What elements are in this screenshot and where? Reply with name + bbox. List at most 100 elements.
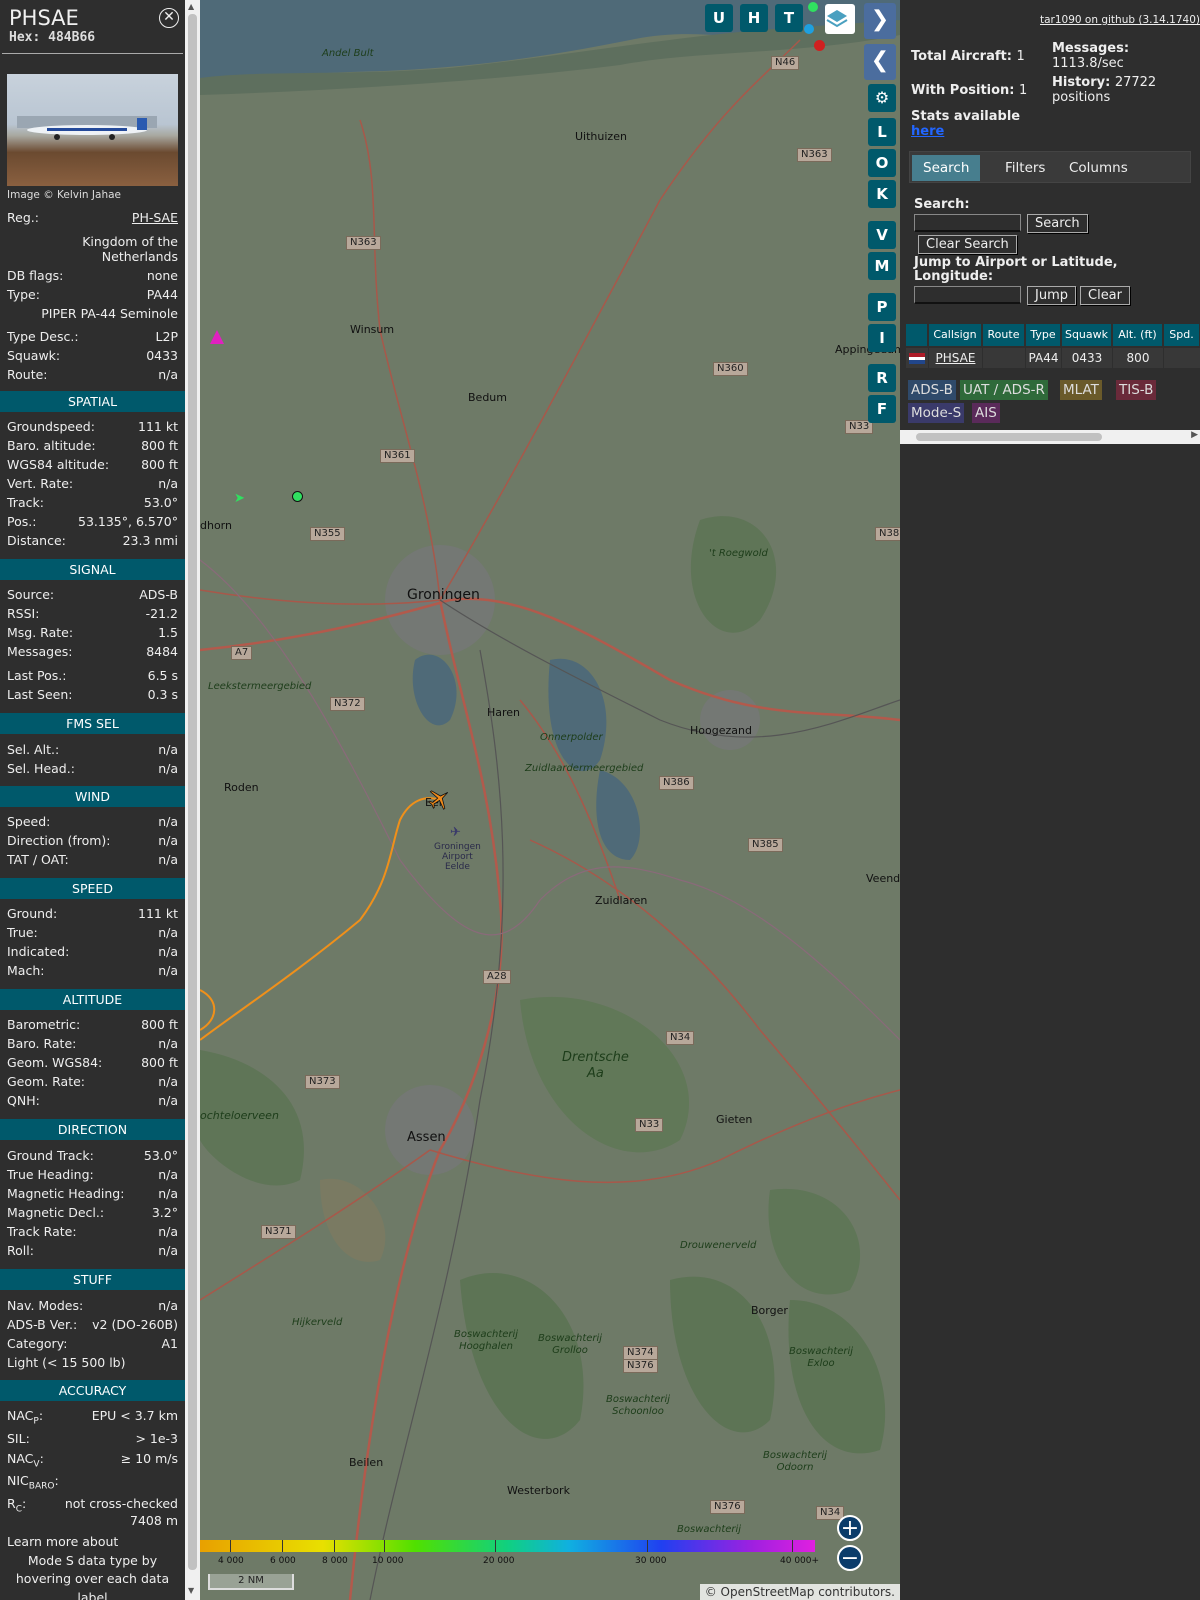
info-row-value: 111 kt <box>138 419 178 434</box>
jump-button[interactable]: Jump <box>1027 286 1076 305</box>
layers-icon[interactable] <box>825 4 855 34</box>
col-header-type[interactable]: Type <box>1026 324 1061 346</box>
close-icon[interactable]: ✕ <box>159 8 179 28</box>
aircraft-photo[interactable] <box>7 74 178 186</box>
stats-link[interactable]: here <box>911 124 944 139</box>
row-speed[interactable] <box>1164 348 1200 368</box>
map-view[interactable]: Andel Bult 't Roegwold Leekstermeergebie… <box>200 0 900 1600</box>
road-n385: N385 <box>748 838 783 852</box>
db-flags-value: none <box>146 268 178 283</box>
accuracy-row: NICBARO: <box>7 1472 178 1496</box>
row-type[interactable]: PA44 <box>1026 348 1061 368</box>
info-row-label: Sel. Alt.: <box>7 742 60 757</box>
side-button-i[interactable]: I <box>868 324 896 352</box>
reg-link[interactable]: PH-SAE <box>132 209 178 226</box>
github-link[interactable]: tar1090 on github (3.14.1740) <box>1040 14 1200 26</box>
side-button-f[interactable]: F <box>868 395 896 423</box>
aircraft-marker-icon[interactable] <box>210 330 224 344</box>
receiver-dot[interactable] <box>292 491 303 502</box>
type-label: Type: <box>7 287 40 302</box>
row-altitude[interactable]: 800 <box>1113 348 1163 368</box>
netherlands-flag-icon[interactable] <box>906 348 928 368</box>
row-squawk[interactable]: 0433 <box>1062 348 1112 368</box>
scroll-down-icon[interactable]: ▼ <box>188 1586 194 1595</box>
source-chip[interactable]: MLAT <box>1060 380 1102 400</box>
chevron-left-icon[interactable]: ❮ <box>864 44 896 80</box>
aircraft-marker-icon[interactable] <box>426 786 452 812</box>
attribution-prefix: © <box>704 1585 721 1599</box>
scroll-up-icon[interactable]: ▲ <box>188 2 194 11</box>
db-flags-row: DB flags: none <box>7 267 178 284</box>
tab-columns[interactable]: Columns <box>1058 155 1139 181</box>
attribution-link[interactable]: OpenStreetMap <box>721 1585 815 1599</box>
tab-search[interactable]: Search <box>912 155 981 181</box>
toolbar-t-button[interactable]: T <box>775 4 803 32</box>
status-dot-green <box>808 2 818 12</box>
toolbar-h-button[interactable]: H <box>740 4 768 32</box>
info-row-value: n/a <box>158 963 178 978</box>
tab-filters[interactable]: Filters <box>994 155 1057 181</box>
history-row: History: 27722 <box>1052 75 1156 90</box>
town-haren: Haren <box>487 706 521 719</box>
source-chip[interactable]: Mode-S <box>908 403 965 423</box>
col-header-speed[interactable]: Spd. <box>1164 324 1200 346</box>
side-button-k[interactable]: K <box>868 180 896 208</box>
info-row-label: Speed: <box>7 814 51 829</box>
town-bedum: Bedum <box>468 391 507 404</box>
info-row-value: ADS-B <box>139 587 178 602</box>
info-row-value: 53.135°, 6.570° <box>78 514 178 529</box>
table-scroll-thumb[interactable] <box>916 433 1102 441</box>
zoom-in-button[interactable]: + <box>837 1515 863 1541</box>
jump-input[interactable] <box>914 286 1021 304</box>
info-row: Pos.: 53.135°, 6.570° <box>7 513 178 530</box>
row-callsign-link[interactable]: PHSAE <box>929 348 982 368</box>
col-header-callsign[interactable]: Callsign <box>929 324 982 346</box>
info-row-label: Source: <box>7 587 55 602</box>
aircraft-marker-icon[interactable]: ➤ <box>234 491 245 506</box>
info-row-label: Baro. altitude: <box>7 438 96 453</box>
clear-jump-button[interactable]: Clear <box>1080 286 1130 305</box>
col-header-route[interactable]: Route <box>983 324 1025 346</box>
road-n363b: N363 <box>346 236 381 250</box>
table-horizontal-scrollbar[interactable]: ▶ <box>900 430 1200 444</box>
side-button-l[interactable]: L <box>868 118 896 146</box>
info-row-label: Ground: <box>7 906 58 921</box>
side-button-m[interactable]: M <box>868 252 896 280</box>
source-chip[interactable]: UAT / ADS-R <box>960 380 1048 400</box>
info-row: True Heading: n/a <box>7 1166 178 1183</box>
road-n376b: N376 <box>710 1500 745 1514</box>
info-row-label: Messages: <box>7 644 73 659</box>
town-winsum: Winsum <box>350 323 395 336</box>
side-button-r[interactable]: R <box>868 364 896 392</box>
source-chip[interactable]: TIS-B <box>1116 380 1157 400</box>
gear-icon[interactable]: ⚙ <box>868 84 896 112</box>
source-chip[interactable]: ADS-B <box>908 380 956 400</box>
info-header: PHSAE Hex: 484B66 <box>2 0 183 54</box>
info-scrollbar[interactable]: ▲ ▼ <box>185 0 200 1600</box>
photo-credit[interactable]: Image © Kelvin Jahae <box>7 189 121 201</box>
side-button-o[interactable]: O <box>868 149 896 177</box>
col-header-altitude[interactable]: Alt. (ft) <box>1113 324 1163 346</box>
info-row-value: 800 ft <box>141 1017 178 1032</box>
search-button[interactable]: Search <box>1027 214 1088 233</box>
colorbar-tick-mark <box>792 1540 793 1552</box>
info-row-value: 1.5 <box>158 625 178 640</box>
source-chip[interactable]: AIS <box>972 403 1000 423</box>
zoom-out-button[interactable]: − <box>837 1545 863 1571</box>
search-input[interactable] <box>914 214 1021 232</box>
accuracy-key: NAC <box>7 1408 34 1423</box>
side-button-p[interactable]: P <box>868 293 896 321</box>
road-n361: N361 <box>380 449 415 463</box>
col-header-flag[interactable] <box>906 324 928 346</box>
clear-search-button[interactable]: Clear Search <box>918 235 1017 254</box>
scroll-right-icon[interactable]: ▶ <box>1191 430 1198 440</box>
side-button-v[interactable]: V <box>868 221 896 249</box>
accuracy-value: ≥ 10 m/s <box>120 1451 178 1466</box>
col-header-squawk[interactable]: Squawk <box>1062 324 1112 346</box>
row-route[interactable] <box>983 348 1025 368</box>
chevron-right-icon[interactable]: ❯ <box>864 3 896 39</box>
toolbar-u-button[interactable]: U <box>705 4 733 32</box>
map-label-roegwold: 't Roegwold <box>709 548 768 559</box>
info-scroll-thumb[interactable] <box>188 14 197 1570</box>
info-row-value: 6.5 s <box>147 668 178 683</box>
